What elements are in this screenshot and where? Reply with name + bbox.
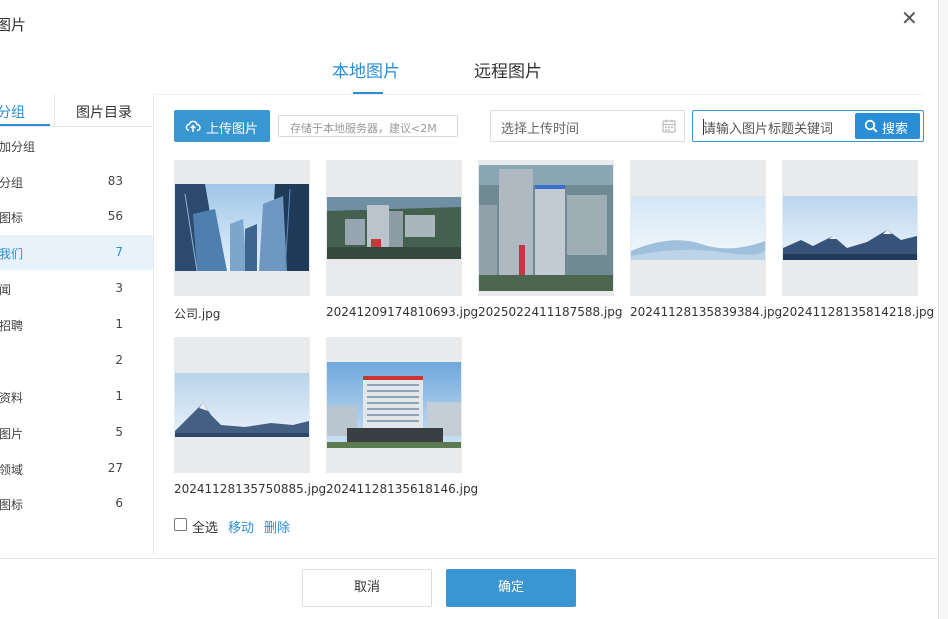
campus-tower-image <box>479 165 613 291</box>
group-name: 招聘 <box>0 319 24 333</box>
skyscrapers-image <box>175 184 309 271</box>
group-item[interactable]: 资料 1 <box>0 379 153 414</box>
group-name: 我们 <box>0 247 24 261</box>
search-icon <box>864 119 878 133</box>
source-tabs: 本地图片 远程图片 <box>0 57 938 97</box>
page-scrollbar-strip <box>938 0 948 619</box>
upload-date-picker[interactable]: 选择上传时间 <box>490 110 685 142</box>
image-filename: 2025022411187588.jpg <box>478 305 623 319</box>
upload-tip: 存储于本地服务器，建议<2M <box>278 115 458 137</box>
tab-local-images[interactable]: 本地图片 <box>332 57 400 82</box>
tabs-divider <box>153 94 923 95</box>
image-filename: 20241209174810693.jpg <box>326 305 479 319</box>
image-filename: 20241128135750885.jpg <box>174 482 327 496</box>
calendar-icon <box>662 119 676 133</box>
group-item[interactable]: 领域 27 <box>0 451 153 486</box>
sidebar-tab-divider <box>54 94 55 126</box>
add-group-link[interactable]: 加分组 <box>0 138 35 155</box>
select-all-checkbox[interactable] <box>174 518 187 531</box>
search-field[interactable]: 请输入图片标题关键词 搜索 <box>692 110 924 142</box>
group-name: 资料 <box>0 391 24 405</box>
tab-image-directory[interactable]: 图片目录 <box>76 102 132 122</box>
image-filename: 20241128135814218.jpg <box>782 305 935 319</box>
group-count: 1 <box>115 317 123 331</box>
image-filename: 20241128135618146.jpg <box>326 482 479 496</box>
group-count: 27 <box>107 461 123 475</box>
campus-aerial-image <box>327 197 461 259</box>
group-count: 5 <box>115 425 123 439</box>
delete-link[interactable]: 删除 <box>264 517 290 536</box>
image-thumbnail[interactable] <box>174 160 310 296</box>
group-item[interactable]: 2 <box>0 343 153 378</box>
date-placeholder: 选择上传时间 <box>501 122 580 137</box>
footer-divider <box>0 558 938 559</box>
hills-image <box>631 196 765 260</box>
close-icon[interactable]: ✕ <box>901 8 918 28</box>
search-placeholder: 请输入图片标题关键词 <box>703 122 834 137</box>
group-item[interactable]: 图标 6 <box>0 486 153 521</box>
group-item[interactable]: 闻3 <box>0 271 153 306</box>
group-count: 83 <box>107 174 123 188</box>
tab-groups[interactable]: 分组 <box>0 102 25 122</box>
group-name: 分组 <box>0 176 24 190</box>
image-thumbnail[interactable] <box>782 160 918 296</box>
upload-label: 上传图片 <box>206 122 259 137</box>
group-count: 3 <box>115 281 123 295</box>
hospital-building-image <box>327 362 461 448</box>
dialog-title: 图片 <box>0 16 27 34</box>
group-count: 6 <box>115 496 123 510</box>
cloud-upload-icon <box>185 120 201 132</box>
group-item[interactable]: 招聘 1 <box>0 307 153 342</box>
snow-mountains-image <box>783 196 917 260</box>
move-link[interactable]: 移动 <box>228 517 254 536</box>
image-thumbnail[interactable] <box>326 337 462 473</box>
matterhorn-image <box>175 373 309 437</box>
group-sidebar: 分组 图片目录 加分组 分组 83 图标 56 我们 7 闻3 招聘 1 2 资料 1 图… <box>0 94 154 554</box>
image-thumbnail[interactable] <box>326 160 462 296</box>
search-button[interactable]: 搜索 <box>855 113 920 139</box>
sidebar-tabs: 分组 图片目录 <box>0 94 153 127</box>
image-thumbnail[interactable] <box>174 337 310 473</box>
group-item-active[interactable]: 我们 7 <box>0 235 153 270</box>
group-item[interactable]: 图片 5 <box>0 415 153 450</box>
select-all-label: 全选 <box>192 521 219 536</box>
group-name: 图片 <box>0 427 24 441</box>
group-item[interactable]: 图标 56 <box>0 199 153 234</box>
group-count: 56 <box>107 209 123 223</box>
image-thumbnail[interactable] <box>630 160 766 296</box>
image-filename: 公司.jpg <box>174 307 221 321</box>
group-count: 1 <box>115 389 123 403</box>
image-filename: 20241128135839384.jpg <box>630 305 783 319</box>
tab-remote-images[interactable]: 远程图片 <box>474 57 542 82</box>
search-label: 搜索 <box>882 122 909 137</box>
group-count: 2 <box>115 353 123 367</box>
group-name: 图标 <box>0 498 24 512</box>
group-name: 闻 <box>0 283 12 297</box>
group-item[interactable]: 分组 83 <box>0 164 153 199</box>
cancel-button[interactable]: 取消 <box>302 569 432 607</box>
group-name: 图标 <box>0 211 24 225</box>
image-thumbnail[interactable] <box>478 160 614 296</box>
confirm-button[interactable]: 确定 <box>446 569 576 607</box>
sidebar-tab-indicator <box>0 124 50 126</box>
upload-image-button[interactable]: 上传图片 <box>174 110 270 142</box>
group-name: 领域 <box>0 463 24 477</box>
group-count: 7 <box>115 245 123 259</box>
